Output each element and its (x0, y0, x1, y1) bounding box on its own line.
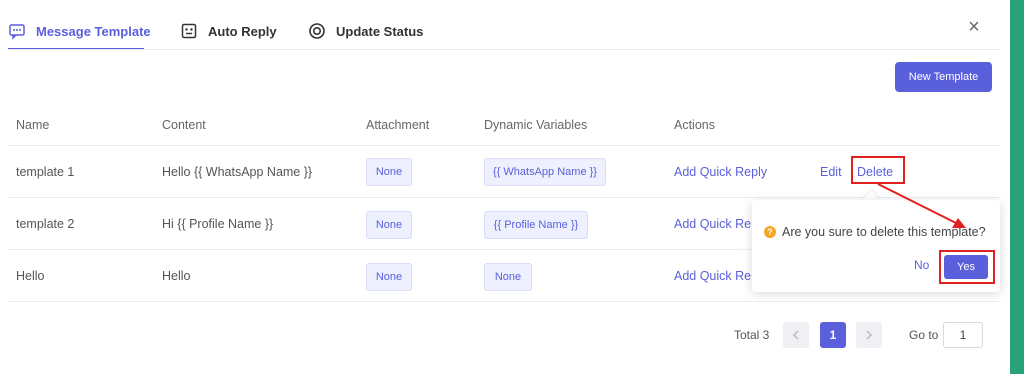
next-page-button[interactable] (856, 322, 882, 348)
side-strip (1010, 0, 1024, 374)
goto-label: Go to (909, 328, 939, 342)
prev-page-button[interactable] (783, 322, 809, 348)
template-panel: Message Template Auto Reply Update Statu… (0, 0, 1010, 374)
pagination-total: Total 3 (734, 328, 770, 342)
chevron-left-icon (792, 330, 799, 340)
goto-page-input[interactable] (943, 322, 983, 348)
chevron-right-icon (866, 330, 873, 340)
annotation-arrow-icon (877, 183, 966, 228)
page-number-button[interactable]: 1 (820, 322, 846, 348)
